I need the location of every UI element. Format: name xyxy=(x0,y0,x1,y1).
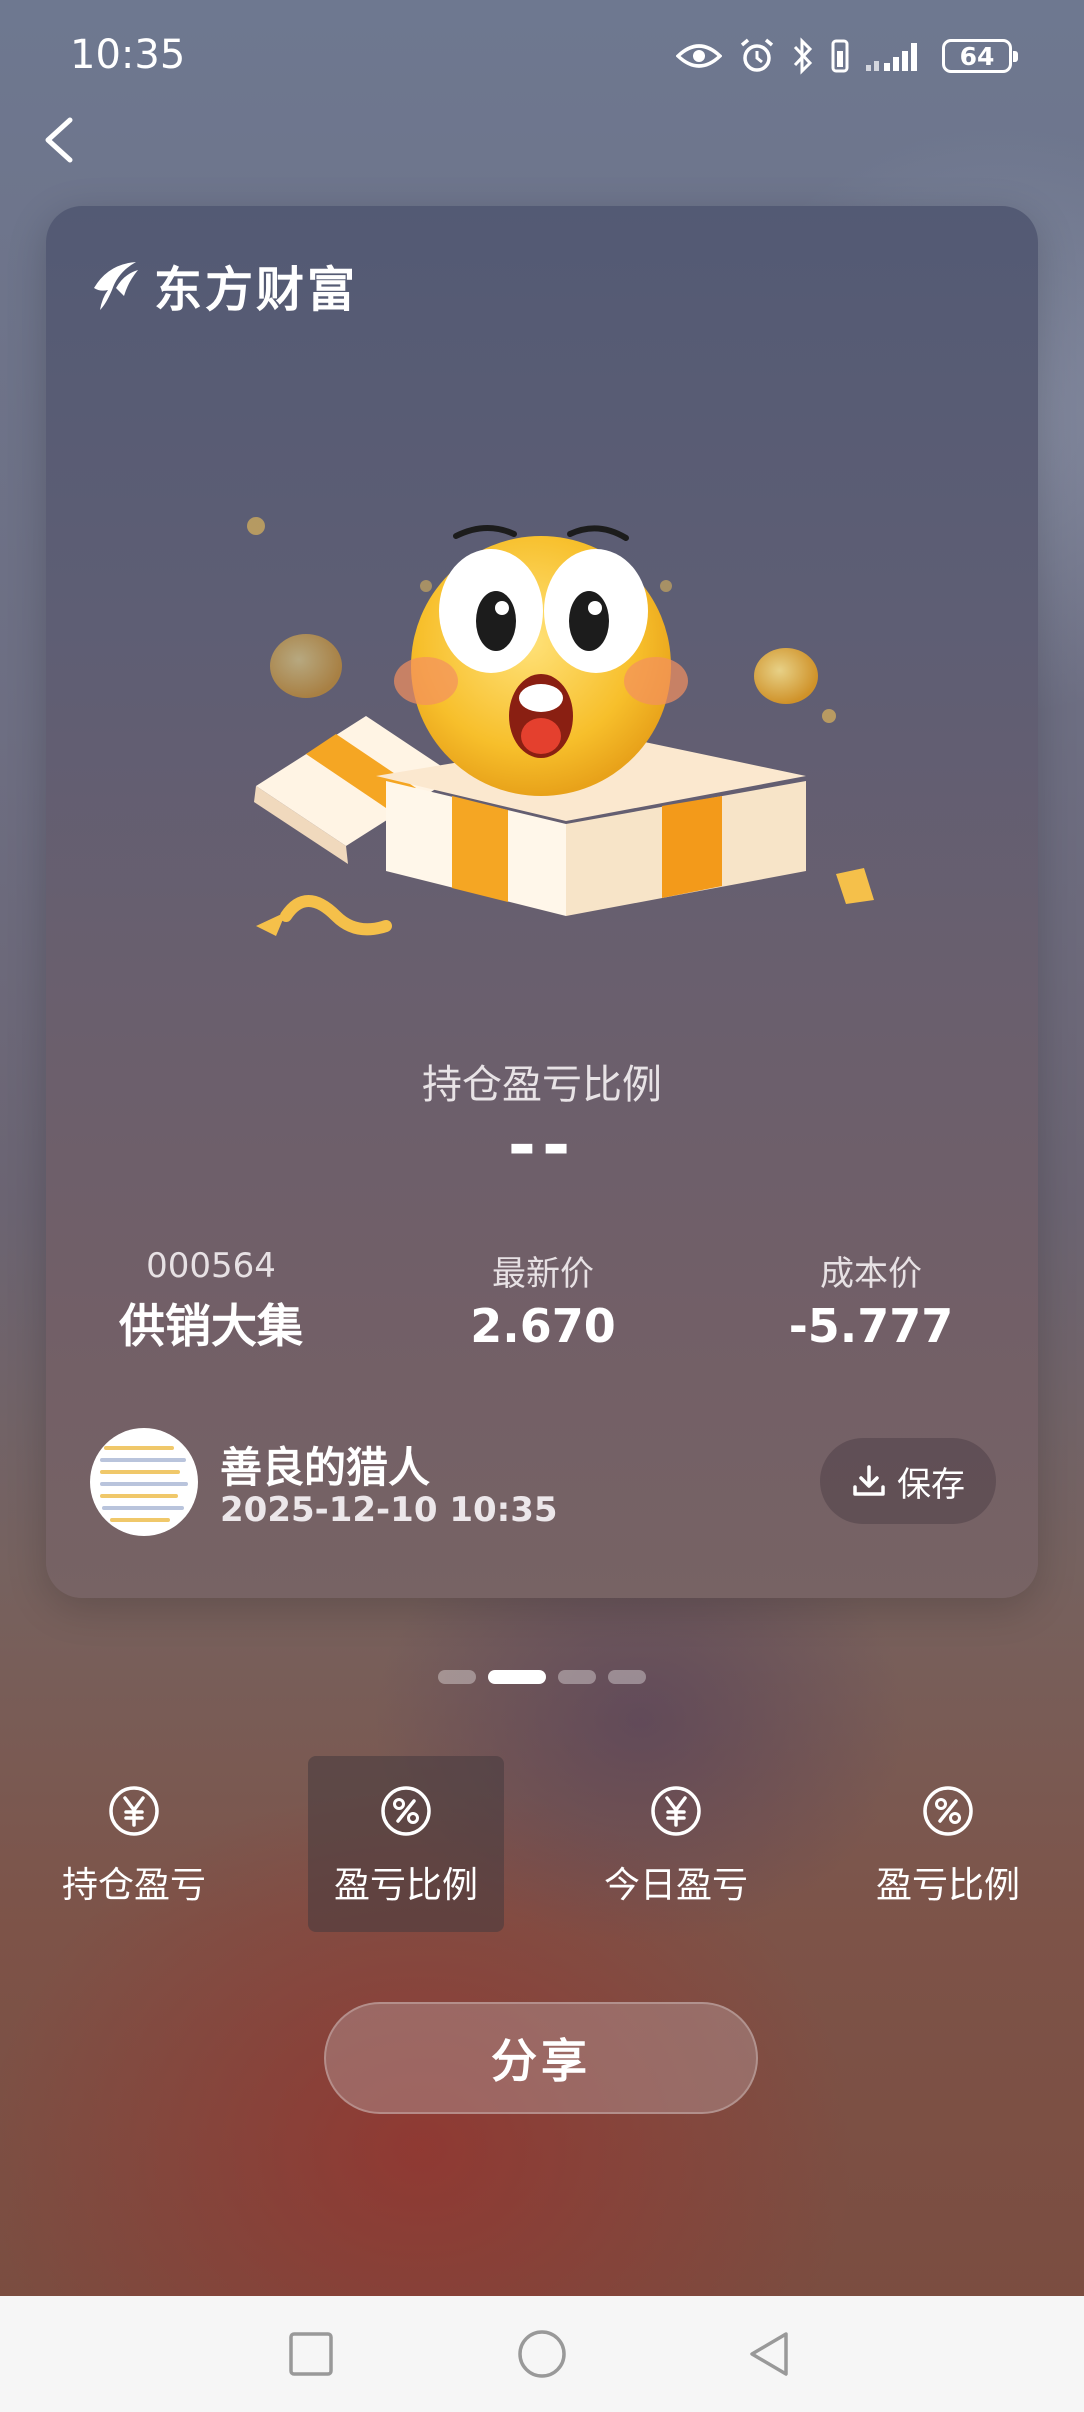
chevron-left-icon xyxy=(45,117,73,163)
signal-icon xyxy=(866,43,917,71)
vibrate-icon xyxy=(831,39,849,73)
latest-price-value: 2.670 xyxy=(470,1299,616,1353)
card-style-tabs: 持仓盈亏 盈亏比例 今日盈亏 盈亏比例 xyxy=(0,1756,1084,1932)
cost-price-label: 成本价 xyxy=(820,1254,922,1294)
percent-icon xyxy=(381,1786,431,1836)
back-button[interactable] xyxy=(30,108,94,172)
tab-today-pnl[interactable]: 今日盈亏 xyxy=(578,1756,774,1932)
tab-label: 盈亏比例 xyxy=(333,1865,478,1906)
battery-level: 64 xyxy=(959,41,995,71)
cost-price-value: -5.777 xyxy=(788,1299,954,1353)
page-dot[interactable] xyxy=(608,1670,646,1684)
yen-icon xyxy=(109,1786,159,1836)
home-circle-icon[interactable] xyxy=(514,2326,570,2382)
battery-icon: 64 xyxy=(942,39,1018,73)
latest-price-label: 最新价 xyxy=(492,1254,594,1294)
tab-pnl-ratio[interactable]: 盈亏比例 xyxy=(308,1756,504,1932)
share-button[interactable]: 分享 xyxy=(324,2002,758,2114)
tab-label: 持仓盈亏 xyxy=(61,1865,206,1906)
save-button[interactable]: 保存 xyxy=(820,1438,996,1524)
share-card: 东方财富 持仓盈亏比例 -- 000564 供销大集 最新价 2.670 成本价… xyxy=(46,206,1038,1598)
latest-price: 最新价 2.670 xyxy=(418,1246,668,1353)
tab-label: 今日盈亏 xyxy=(603,1865,748,1906)
user-row: 善良的猎人 2025-12-10 10:35 保存 xyxy=(90,1428,996,1538)
system-nav-bar xyxy=(0,2296,1084,2412)
save-label: 保存 xyxy=(897,1464,965,1505)
share-datetime: 2025-12-10 10:35 xyxy=(220,1490,558,1530)
eastmoney-logo-icon xyxy=(94,262,138,310)
cost-price: 成本价 -5.777 xyxy=(746,1246,996,1353)
username: 善良的猎人 xyxy=(220,1443,431,1492)
tab-holding-pnl[interactable]: 持仓盈亏 xyxy=(36,1756,232,1932)
metric-label: 持仓盈亏比例 xyxy=(422,1062,662,1108)
status-time: 10:35 xyxy=(70,32,186,78)
metric-value: -- xyxy=(507,1106,577,1185)
page-dot[interactable] xyxy=(438,1670,476,1684)
bluetooth-icon xyxy=(793,37,813,75)
yen-icon xyxy=(651,1786,701,1836)
status-icons: 64 xyxy=(676,34,1018,78)
gift-emoji-illustration xyxy=(247,517,874,936)
page-indicator xyxy=(0,1670,1084,1684)
brand-logo: 东方财富 xyxy=(88,250,358,320)
stock-info: 000564 供销大集 xyxy=(86,1246,336,1356)
stock-code: 000564 xyxy=(146,1246,276,1286)
brand-name: 东方财富 xyxy=(154,262,359,318)
stock-name: 供销大集 xyxy=(119,1299,303,1353)
page-dot[interactable] xyxy=(558,1670,596,1684)
alarm-icon xyxy=(740,38,774,72)
status-bar: 10:35 64 xyxy=(0,0,1084,110)
recents-square-icon[interactable] xyxy=(283,2326,339,2382)
eye-icon xyxy=(676,44,722,68)
percent-icon xyxy=(923,1786,973,1836)
download-icon xyxy=(853,1465,885,1496)
tab-pnl-ratio-2[interactable]: 盈亏比例 xyxy=(850,1756,1046,1932)
avatar xyxy=(90,1428,198,1536)
tab-label: 盈亏比例 xyxy=(875,1865,1020,1906)
back-triangle-icon[interactable] xyxy=(742,2326,798,2382)
page-dot-active[interactable] xyxy=(488,1670,546,1684)
